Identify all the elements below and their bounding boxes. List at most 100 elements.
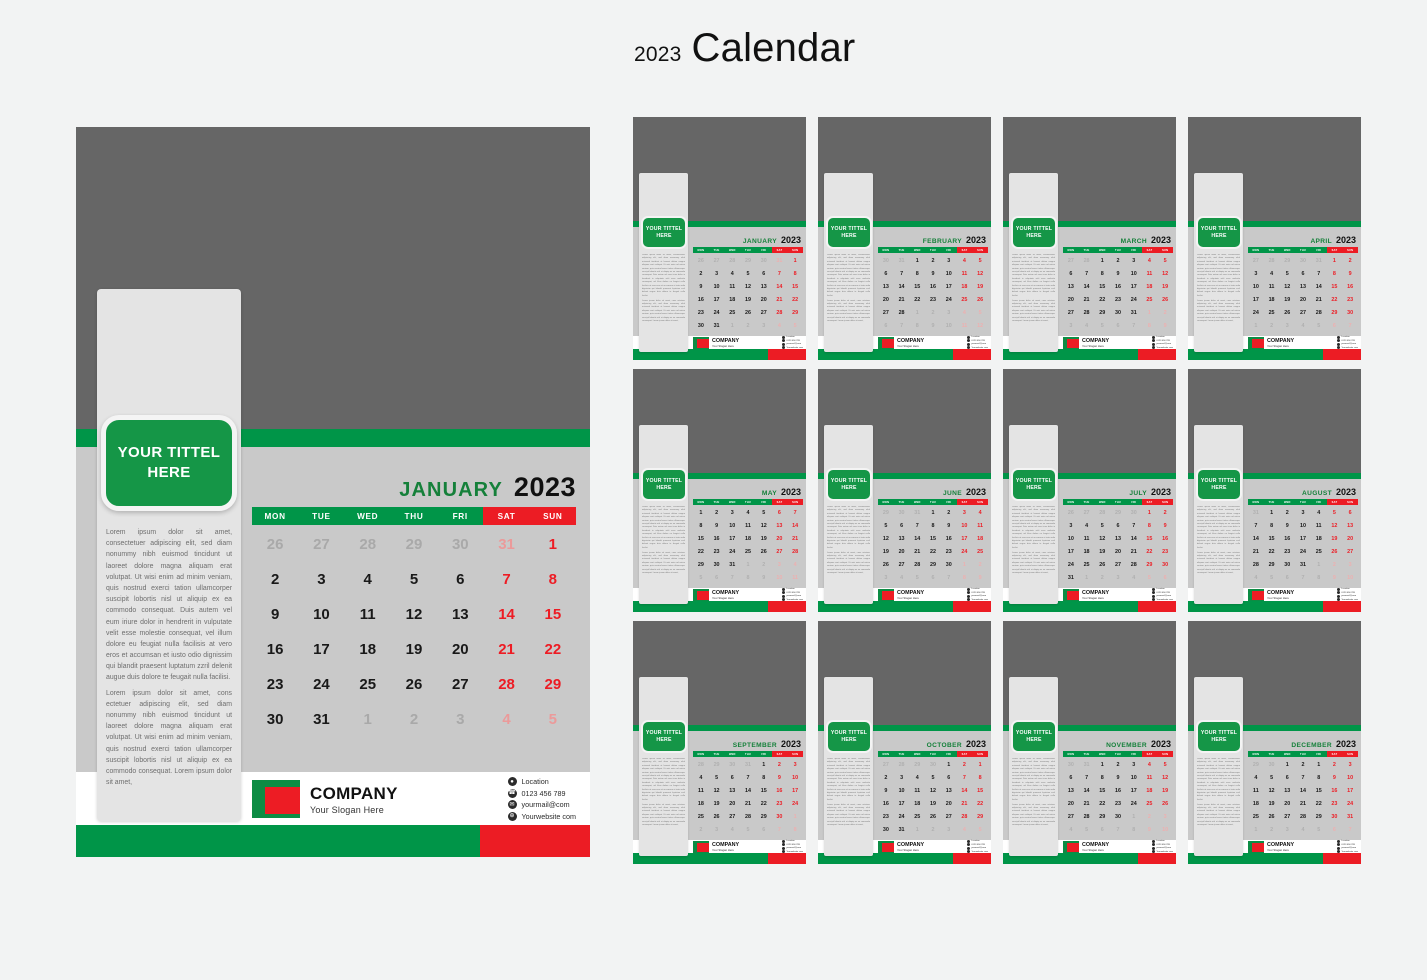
day-cell[interactable]: 1 — [1327, 254, 1343, 267]
day-cell[interactable]: 10 — [298, 597, 344, 632]
day-cell[interactable]: 3 — [1126, 758, 1142, 771]
day-cell[interactable]: 5 — [878, 519, 894, 532]
day-cell[interactable]: 14 — [1079, 784, 1095, 797]
day-cell[interactable]: 14 — [772, 280, 788, 293]
day-cell[interactable]: 26 — [1157, 293, 1173, 306]
day-cell[interactable]: 24 — [941, 293, 957, 306]
day-cell[interactable]: 4 — [1295, 319, 1311, 332]
day-cell[interactable]: 27 — [756, 306, 772, 319]
day-cell[interactable]: 8 — [740, 571, 756, 584]
day-cell[interactable]: 15 — [530, 597, 576, 632]
day-cell[interactable]: 25 — [972, 545, 988, 558]
day-cell[interactable]: 23 — [941, 545, 957, 558]
day-cell[interactable]: 15 — [1142, 532, 1158, 545]
day-cell[interactable]: 12 — [1327, 519, 1343, 532]
day-cell[interactable]: 14 — [1079, 280, 1095, 293]
day-cell[interactable]: 30 — [1126, 506, 1142, 519]
day-cell[interactable]: 10 — [1342, 571, 1358, 584]
day-cell[interactable]: 3 — [1295, 506, 1311, 519]
day-cell[interactable]: 2 — [772, 758, 788, 771]
day-cell[interactable]: 4 — [772, 319, 788, 332]
day-cell[interactable]: 14 — [1295, 784, 1311, 797]
day-cell[interactable]: 27 — [1079, 506, 1095, 519]
thumb-title-box[interactable]: YOUR TITTEL HERE — [1011, 216, 1057, 249]
day-cell[interactable]: 27 — [1342, 545, 1358, 558]
day-cell[interactable]: 3 — [724, 506, 740, 519]
day-cell[interactable]: 29 — [756, 810, 772, 823]
day-cell[interactable]: 12 — [1157, 771, 1173, 784]
day-cell[interactable]: 5 — [1157, 254, 1173, 267]
day-cell[interactable]: 11 — [909, 784, 925, 797]
day-cell[interactable]: 24 — [1126, 797, 1142, 810]
day-cell[interactable]: 3 — [1248, 267, 1264, 280]
day-cell[interactable]: 8 — [756, 771, 772, 784]
day-cell[interactable]: 19 — [972, 280, 988, 293]
day-cell[interactable]: 7 — [740, 771, 756, 784]
day-cell[interactable]: 19 — [709, 797, 725, 810]
day-cell[interactable]: 12 — [1264, 784, 1280, 797]
day-cell[interactable]: 28 — [1264, 254, 1280, 267]
day-cell[interactable]: 14 — [894, 280, 910, 293]
day-cell[interactable]: 2 — [1264, 319, 1280, 332]
day-cell[interactable]: 18 — [724, 293, 740, 306]
day-cell[interactable]: 13 — [1295, 280, 1311, 293]
day-cell[interactable]: 23 — [1342, 293, 1358, 306]
day-cell[interactable]: 3 — [1279, 823, 1295, 836]
day-cell[interactable]: 21 — [787, 532, 803, 545]
day-cell[interactable]: 30 — [1157, 558, 1173, 571]
day-cell[interactable]: 10 — [1342, 771, 1358, 784]
day-cell[interactable]: 2 — [709, 506, 725, 519]
day-cell[interactable]: 13 — [772, 519, 788, 532]
day-cell[interactable]: 11 — [740, 519, 756, 532]
day-cell[interactable]: 10 — [1157, 823, 1173, 836]
day-cell[interactable]: 19 — [1157, 784, 1173, 797]
thumb-title-box[interactable]: YOUR TITTEL HERE — [1011, 720, 1057, 753]
day-cell[interactable]: 18 — [909, 797, 925, 810]
day-cell[interactable]: 2 — [925, 306, 941, 319]
day-cell[interactable]: 30 — [1264, 758, 1280, 771]
day-cell[interactable]: 17 — [941, 280, 957, 293]
day-cell[interactable]: 11 — [1142, 267, 1158, 280]
day-cell[interactable]: 22 — [787, 293, 803, 306]
day-cell[interactable]: 25 — [1248, 810, 1264, 823]
day-cell[interactable]: 9 — [878, 784, 894, 797]
day-cell[interactable]: 9 — [1279, 519, 1295, 532]
day-cell[interactable]: 10 — [1126, 771, 1142, 784]
day-cell[interactable]: 8 — [1126, 823, 1142, 836]
day-cell[interactable]: 29 — [909, 758, 925, 771]
day-cell[interactable]: 4 — [1063, 823, 1079, 836]
day-cell[interactable]: 26 — [756, 545, 772, 558]
day-cell[interactable]: 11 — [1079, 532, 1095, 545]
day-cell[interactable]: 29 — [787, 306, 803, 319]
day-cell[interactable]: 13 — [894, 532, 910, 545]
day-cell[interactable]: 2 — [1295, 758, 1311, 771]
day-cell[interactable]: 24 — [1063, 558, 1079, 571]
month-thumbnail[interactable]: YOUR TITTEL HERE Lorem ipsum dolor sit am… — [633, 621, 806, 864]
day-cell[interactable]: 18 — [345, 632, 391, 667]
day-cell[interactable]: 26 — [693, 254, 709, 267]
day-cell[interactable]: 11 — [957, 319, 973, 332]
day-cell[interactable]: 28 — [787, 545, 803, 558]
day-cell[interactable]: 20 — [1110, 545, 1126, 558]
day-cell[interactable]: 30 — [693, 319, 709, 332]
day-cell[interactable]: 10 — [772, 571, 788, 584]
day-cell[interactable]: 30 — [252, 702, 298, 737]
day-cell[interactable]: 4 — [957, 254, 973, 267]
day-cell[interactable]: 6 — [1157, 571, 1173, 584]
day-cell[interactable]: 18 — [957, 280, 973, 293]
day-cell[interactable]: 1 — [1094, 254, 1110, 267]
day-cell[interactable]: 12 — [1094, 532, 1110, 545]
day-cell[interactable]: 13 — [1342, 519, 1358, 532]
day-cell[interactable]: 25 — [957, 293, 973, 306]
day-cell[interactable]: 3 — [756, 319, 772, 332]
day-cell[interactable]: 27 — [437, 667, 483, 702]
day-cell[interactable]: 6 — [941, 771, 957, 784]
day-cell[interactable]: 26 — [878, 558, 894, 571]
day-cell[interactable]: 1 — [972, 758, 988, 771]
day-cell[interactable]: 4 — [1264, 267, 1280, 280]
day-cell[interactable]: 19 — [925, 797, 941, 810]
day-cell[interactable]: 11 — [787, 571, 803, 584]
day-cell[interactable]: 5 — [756, 506, 772, 519]
day-cell[interactable]: 29 — [1094, 810, 1110, 823]
day-cell[interactable]: 29 — [530, 667, 576, 702]
